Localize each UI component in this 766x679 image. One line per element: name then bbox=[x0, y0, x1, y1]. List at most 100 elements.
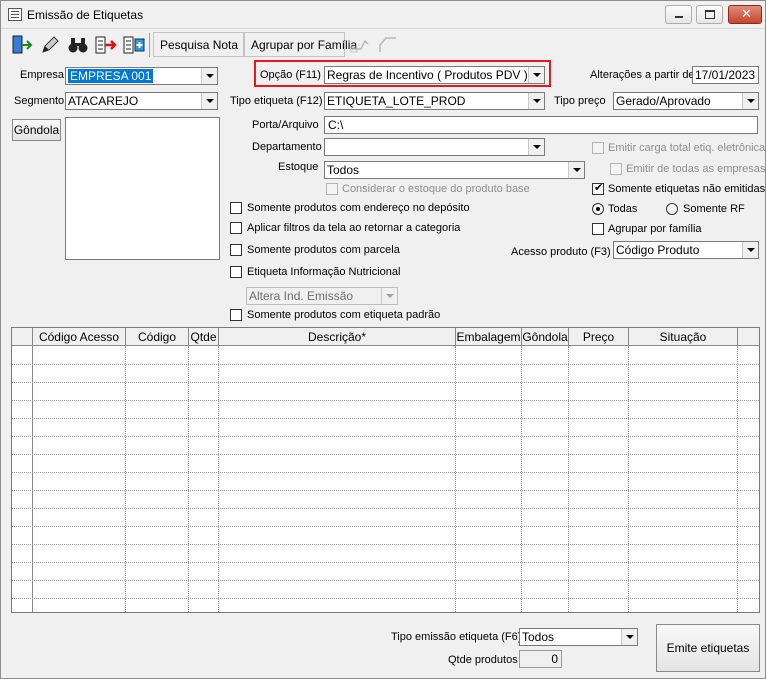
window-title: Emissão de Etiquetas bbox=[27, 8, 144, 22]
col-codigo[interactable]: Código bbox=[126, 328, 189, 346]
chevron-down-icon bbox=[621, 629, 637, 645]
exit-button[interactable] bbox=[9, 32, 33, 56]
aplicar-filtros-checkbox[interactable] bbox=[230, 222, 242, 234]
gondola-button[interactable]: Gôndola bbox=[12, 119, 61, 141]
table-row[interactable] bbox=[12, 364, 759, 365]
maximize-button[interactable] bbox=[696, 5, 723, 24]
minimize-button[interactable] bbox=[665, 5, 692, 24]
somente-endereco-checkbox[interactable] bbox=[230, 202, 242, 214]
table-row[interactable] bbox=[12, 598, 759, 599]
somente-endereco-label: Somente produtos com endereço no depósit… bbox=[247, 202, 470, 214]
somente-nao-emitidas-checkbox[interactable] bbox=[592, 181, 604, 195]
tipo-etiqueta-select[interactable]: ETIQUETA_LOTE_PROD bbox=[324, 92, 545, 110]
emitir-todas-empresas-label: Emitir de todas as empresas bbox=[626, 163, 766, 175]
aplicar-filtros-label: Aplicar filtros da tela ao retornar a ca… bbox=[247, 222, 461, 234]
somente-parcela-checkbox[interactable] bbox=[230, 244, 242, 256]
tipo-etiqueta-value: ETIQUETA_LOTE_PROD bbox=[327, 94, 466, 108]
tipo-emissao-select[interactable]: Todos bbox=[519, 628, 638, 646]
table-row[interactable] bbox=[12, 436, 759, 437]
close-button[interactable]: ✕ bbox=[728, 5, 762, 24]
col-situacao[interactable]: Situação bbox=[629, 328, 738, 346]
qtde-produtos-value: 0 bbox=[551, 652, 558, 666]
chevron-down-icon bbox=[201, 93, 217, 109]
title-bar: Emissão de Etiquetas ✕ bbox=[1, 1, 765, 29]
app-icon bbox=[8, 8, 22, 21]
binoculars-icon bbox=[68, 38, 88, 53]
segmento-select[interactable]: ATACAREJO bbox=[65, 92, 218, 110]
alteracoes-label: Alterações a partir de bbox=[590, 69, 695, 81]
tipo-emissao-label: Tipo emissão etiqueta (F6) bbox=[391, 631, 522, 643]
tipo-etiqueta-label: Tipo etiqueta (F12) bbox=[230, 95, 323, 107]
col-qtde[interactable]: Qtde bbox=[189, 328, 219, 346]
acesso-produto-select[interactable]: Código Produto bbox=[613, 241, 759, 259]
segmento-label: Segmento bbox=[14, 95, 65, 107]
todas-radio[interactable] bbox=[592, 203, 604, 215]
porta-input[interactable]: C:\ bbox=[324, 116, 758, 134]
empresa-select[interactable]: EMPRESA 001 bbox=[65, 67, 218, 85]
altera-ind-emissao-value: Altera Ind. Emissão bbox=[249, 289, 354, 303]
add-icon bbox=[123, 36, 145, 54]
products-grid[interactable]: Código Acesso Código Qtde Descrição* Emb… bbox=[11, 327, 760, 613]
departamento-select[interactable] bbox=[324, 138, 545, 156]
gondola-list[interactable] bbox=[65, 117, 220, 260]
tipo-emissao-value: Todos bbox=[522, 630, 555, 644]
emite-etiquetas-button[interactable]: Emite etiquetas bbox=[656, 624, 760, 672]
tipo-preco-select[interactable]: Gerado/Aprovado bbox=[613, 92, 759, 110]
table-row[interactable] bbox=[12, 490, 759, 491]
table-row[interactable] bbox=[12, 508, 759, 509]
toolbar-separator bbox=[149, 33, 150, 57]
edit-icon bbox=[42, 36, 59, 53]
empresa-value: EMPRESA 001 bbox=[68, 69, 154, 83]
col-embalagem[interactable]: Embalagem bbox=[456, 328, 522, 346]
grid-indicator-header bbox=[12, 328, 33, 346]
somente-parcela-label: Somente produtos com parcela bbox=[247, 244, 400, 256]
search-button[interactable] bbox=[65, 32, 89, 56]
col-gondola[interactable]: Gôndola bbox=[522, 328, 569, 346]
etiqueta-nutricional-checkbox[interactable] bbox=[230, 266, 242, 278]
altera-ind-emissao-select[interactable]: Altera Ind. Emissão bbox=[246, 287, 398, 305]
add-button[interactable] bbox=[121, 32, 145, 56]
chevron-down-icon bbox=[742, 93, 758, 109]
somente-rf-radio-label: Somente RF bbox=[683, 203, 745, 215]
table-row[interactable] bbox=[12, 400, 759, 401]
agrupar-familia-checkbox[interactable] bbox=[592, 223, 604, 235]
table-row[interactable] bbox=[12, 580, 759, 581]
table-row[interactable] bbox=[12, 526, 759, 527]
edit-button[interactable] bbox=[37, 32, 61, 56]
table-row[interactable] bbox=[12, 418, 759, 419]
qtde-produtos-label: Qtde produtos bbox=[448, 654, 518, 666]
chevron-down-icon bbox=[568, 162, 584, 178]
table-row[interactable] bbox=[12, 544, 759, 545]
col-codigo-acesso[interactable]: Código Acesso bbox=[33, 328, 126, 346]
emitir-carga-checkbox[interactable] bbox=[592, 142, 604, 154]
todas-radio-label: Todas bbox=[608, 203, 638, 215]
table-row[interactable] bbox=[12, 382, 759, 383]
somente-etiqueta-padrao-checkbox[interactable] bbox=[230, 309, 242, 321]
estoque-select[interactable]: Todos bbox=[324, 161, 585, 179]
chevron-down-icon bbox=[381, 288, 397, 304]
chevron-down-icon bbox=[742, 242, 758, 258]
estoque-value: Todos bbox=[327, 163, 360, 177]
highlight-box bbox=[254, 60, 551, 87]
table-row[interactable] bbox=[12, 562, 759, 563]
emitir-todas-empresas-checkbox[interactable] bbox=[610, 163, 622, 175]
disabled-tool-1[interactable] bbox=[347, 32, 371, 56]
acesso-produto-value: Código Produto bbox=[616, 243, 700, 257]
somente-etiqueta-padrao-label: Somente produtos com etiqueta padrão bbox=[247, 309, 441, 321]
arrow-up-disabled-icon bbox=[350, 39, 369, 53]
main-window: Emissão de Etiquetas ✕ Pesquisa Nota Agr… bbox=[0, 0, 766, 679]
export-button[interactable] bbox=[93, 32, 117, 56]
pesquisa-nota-button[interactable]: Pesquisa Nota bbox=[153, 32, 244, 57]
table-row[interactable] bbox=[12, 454, 759, 455]
agrupar-familia-label: Agrupar por família bbox=[608, 223, 702, 235]
acesso-produto-label: Acesso produto (F3) bbox=[511, 246, 611, 258]
col-descricao[interactable]: Descrição* bbox=[219, 328, 456, 346]
disabled-tool-2[interactable] bbox=[375, 32, 399, 56]
alteracoes-date-input[interactable]: 17/01/2023 bbox=[692, 66, 759, 84]
agrupar-familia-button[interactable]: Agrupar por Família bbox=[244, 32, 357, 57]
close-icon: ✕ bbox=[741, 7, 752, 22]
somente-rf-radio[interactable] bbox=[666, 203, 678, 215]
col-preco[interactable]: Preço bbox=[569, 328, 629, 346]
considerar-estoque-checkbox[interactable] bbox=[326, 183, 338, 195]
table-row[interactable] bbox=[12, 472, 759, 473]
